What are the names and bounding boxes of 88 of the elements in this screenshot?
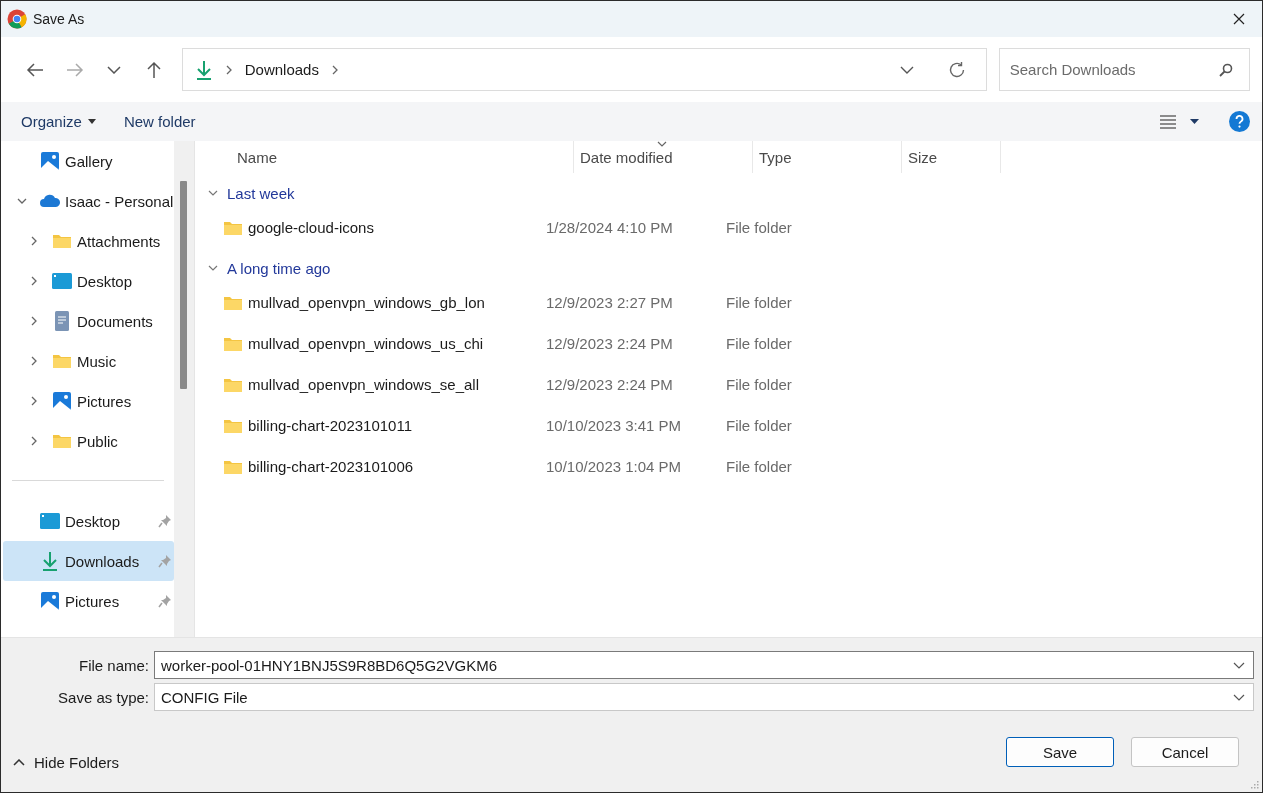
- help-icon: [1229, 111, 1250, 132]
- folder-icon: [223, 294, 243, 311]
- new-folder-button[interactable]: New folder: [114, 106, 205, 137]
- resize-grip-icon[interactable]: [1250, 780, 1259, 789]
- picture-icon: [40, 151, 60, 171]
- column-header[interactable]: Date modified: [573, 141, 753, 173]
- folder-icon: [223, 417, 243, 434]
- document-icon: [54, 311, 70, 331]
- file-name[interactable]: billing-chart-2023101011: [248, 417, 412, 434]
- pin-icon[interactable]: [158, 514, 172, 528]
- folder-icon: [223, 376, 243, 393]
- nav-item[interactable]: Music: [3, 341, 174, 381]
- file-name[interactable]: mullvad_openvpn_windows_se_all: [248, 376, 479, 393]
- search-icon: [1218, 62, 1233, 77]
- close-icon: [1233, 13, 1245, 25]
- file-name[interactable]: mullvad_openvpn_windows_gb_lon: [248, 294, 485, 311]
- file-type: File folder: [725, 219, 793, 236]
- chevron-down-icon: [107, 65, 122, 74]
- nav-item[interactable]: Isaac - Personal: [3, 181, 174, 221]
- save-type-label: Save as type:: [57, 688, 149, 706]
- back-arrow-icon: [25, 61, 44, 78]
- folder-icon: [52, 353, 72, 369]
- file-name[interactable]: mullvad_openvpn_windows_us_chi: [248, 335, 484, 352]
- file-name-field[interactable]: worker-pool-01HNY1BNJ5S9R8BD6Q5G2VGKM6: [154, 651, 1254, 679]
- app-icon: [7, 9, 27, 29]
- folder-icon: [52, 433, 72, 449]
- dropdown-icon: [1233, 661, 1245, 669]
- date-modified: 12/9/2023 2:27 PM: [545, 294, 674, 311]
- refresh-icon: [947, 60, 966, 79]
- download-icon: [41, 551, 59, 571]
- nav-item[interactable]: Documents: [3, 301, 174, 341]
- file-name[interactable]: billing-chart-2023101006: [248, 458, 414, 475]
- up-arrow-icon: [145, 60, 162, 79]
- file-type: File folder: [725, 417, 793, 434]
- nav-item[interactable]: Pictures: [3, 581, 174, 621]
- date-modified: 12/9/2023 2:24 PM: [545, 376, 674, 393]
- window-title: Save As: [33, 11, 86, 27]
- nav-item[interactable]: Attachments: [3, 221, 174, 261]
- forward-arrow-icon: [65, 61, 84, 78]
- file-type: File folder: [725, 458, 793, 475]
- date-modified: 10/10/2023 1:04 PM: [545, 458, 683, 475]
- cancel-button[interactable]: Cancel: [1131, 737, 1239, 767]
- download-icon: [194, 59, 213, 80]
- file-name[interactable]: google-cloud-icons: [248, 219, 374, 236]
- nav-item[interactable]: Gallery: [3, 141, 174, 181]
- help-button[interactable]: [1229, 111, 1250, 132]
- column-header[interactable]: Size: [901, 141, 1001, 173]
- path-segment[interactable]: Downloads: [244, 61, 319, 78]
- organize-button[interactable]: Organize: [12, 106, 105, 137]
- pin-icon[interactable]: [158, 594, 172, 608]
- hide-folders-button[interactable]: Hide Folders: [13, 739, 120, 771]
- picture-icon: [52, 391, 72, 411]
- caret-icon: [87, 119, 96, 124]
- folder-icon: [52, 233, 72, 249]
- address-bar[interactable]: Downloads: [181, 48, 987, 91]
- file-name-label: File name:: [77, 656, 149, 674]
- nav-item[interactable]: Desktop: [3, 501, 174, 541]
- column-header[interactable]: Type: [752, 141, 902, 173]
- scrollbar-thumb[interactable]: [180, 181, 187, 389]
- group-header[interactable]: Last week: [195, 176, 1262, 210]
- desktop-icon: [40, 513, 60, 529]
- nav-item[interactable]: Desktop: [3, 261, 174, 301]
- group-header[interactable]: A long time ago: [195, 251, 1262, 285]
- scrollbar[interactable]: [174, 141, 194, 637]
- date-modified: 10/10/2023 3:41 PM: [545, 417, 683, 434]
- save-button[interactable]: Save: [1006, 737, 1114, 767]
- folder-icon: [223, 219, 243, 236]
- chevron-up-icon: [13, 758, 25, 766]
- file-type: File folder: [725, 335, 793, 352]
- nav-item[interactable]: Downloads: [3, 541, 174, 581]
- desktop-icon: [52, 273, 72, 289]
- column-header[interactable]: Name: [230, 141, 574, 173]
- folder-icon: [223, 458, 243, 475]
- chevron-down-icon[interactable]: [899, 65, 914, 74]
- search-field[interactable]: Search Downloads: [998, 48, 1250, 91]
- date-modified: 1/28/2024 4:10 PM: [545, 219, 674, 236]
- list-view-icon: [1160, 114, 1176, 129]
- picture-icon: [40, 591, 60, 611]
- nav-item[interactable]: Public: [3, 421, 174, 461]
- file-type: File folder: [725, 294, 793, 311]
- save-type-field[interactable]: CONFIG File: [154, 683, 1254, 711]
- caret-icon: [1190, 119, 1199, 124]
- folder-icon: [223, 335, 243, 352]
- file-type: File folder: [725, 376, 793, 393]
- nav-item[interactable]: Pictures: [3, 381, 174, 421]
- date-modified: 12/9/2023 2:24 PM: [545, 335, 674, 352]
- cloud-icon: [39, 194, 61, 208]
- dropdown-icon: [1233, 693, 1245, 701]
